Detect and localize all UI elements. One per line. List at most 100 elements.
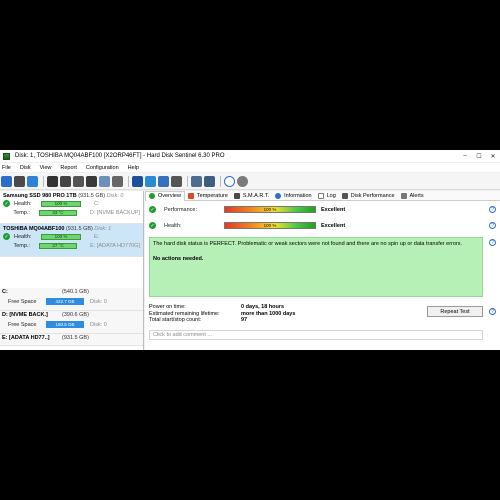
disk-item[interactable]: Samsung SSD 980 PRO 1TB (931.5 GB) Disk:… <box>0 191 143 224</box>
window-title: Disk: 1, TOSHIBA MQ04ABF100 [X2ORP46FT] … <box>15 153 225 159</box>
health-rating: Excellent <box>321 222 346 229</box>
print-icon[interactable] <box>112 175 123 187</box>
tab-overview[interactable]: Overview <box>145 190 185 201</box>
menu-help[interactable]: Help <box>128 165 139 171</box>
minimize-button[interactable]: – <box>458 150 472 162</box>
info-icon <box>275 192 282 199</box>
repeat-test-button[interactable]: Repeat Test <box>427 306 483 317</box>
drive-letter: C: <box>94 200 100 207</box>
performance-icon <box>341 192 348 199</box>
menu-view[interactable]: View <box>40 165 52 171</box>
toolbar-separator <box>128 175 129 187</box>
volume-item[interactable]: E: [ADATA HD77..] (931.5 GB) <box>0 334 143 346</box>
temp-label: Temp.: <box>13 209 30 216</box>
volume-disk: Disk: 0 <box>90 321 107 328</box>
tab-log[interactable]: Log <box>315 191 339 201</box>
app-window: Disk: 1, TOSHIBA MQ04ABF100 [X2ORP46FT] … <box>0 150 500 350</box>
performance-row: ✓ Performance: 100 % Excellent ? <box>149 206 496 213</box>
lifetime-value: more than 1000 days <box>241 310 296 317</box>
help-icon[interactable]: ? <box>489 308 496 315</box>
drive-test-icon[interactable] <box>60 175 71 187</box>
app-logo-icon <box>3 152 10 160</box>
free-space-bar: 422.7 GB <box>46 298 84 305</box>
volume-label: D: [NVME BACKUP] <box>89 209 140 216</box>
disk-item[interactable]: TOSHIBA MQ04ABF100 (931.5 GB) Disk: 1 ✓ … <box>0 224 143 257</box>
tab-temperature[interactable]: Temperature <box>185 191 231 201</box>
volume-label: E: [ADATA HD770G] <box>90 242 140 249</box>
menu-file[interactable]: File <box>2 165 11 171</box>
disk-icon[interactable] <box>14 175 25 187</box>
smart-icon <box>233 192 240 199</box>
disk-list-pane: Samsung SSD 980 PRO 1TB (931.5 GB) Disk:… <box>0 191 144 350</box>
volume-disk: Disk: 0 <box>90 298 107 305</box>
camera-icon[interactable] <box>171 175 182 187</box>
comment-field[interactable]: Click to add comment ... <box>149 330 483 340</box>
free-space-label: Free Space <box>8 321 37 328</box>
menu-disk[interactable]: Disk <box>20 165 31 171</box>
disk-name: Samsung SSD 980 PRO 1TB <box>3 193 77 199</box>
gear-icon[interactable] <box>191 175 202 187</box>
email-icon[interactable] <box>145 175 156 187</box>
close-button[interactable]: ✕ <box>486 150 500 162</box>
tab-alerts[interactable]: Alerts <box>398 191 427 201</box>
volume-size: (931.5 GB) <box>62 335 89 341</box>
performance-rating: Excellent <box>321 206 346 213</box>
title-bar: Disk: 1, TOSHIBA MQ04ABF100 [X2ORP46FT] … <box>0 150 500 162</box>
lifetime-label: Estimated remaining lifetime: <box>149 310 220 317</box>
details-pane: Overview Temperature S.M.A.R.T. Informat… <box>145 190 500 350</box>
settings-icon[interactable] <box>204 175 215 187</box>
disk-name: TOSHIBA MQ04ABF100 <box>3 226 65 232</box>
maximize-button[interactable]: ☐ <box>472 150 486 162</box>
toolbar <box>0 173 500 190</box>
volume-size: (540.1 GB) <box>62 289 89 295</box>
health-label: Health: <box>14 200 32 207</box>
drive-surface-icon[interactable] <box>73 175 84 187</box>
volume-size: (390.6 GB) <box>62 312 89 318</box>
tab-disk-performance[interactable]: Disk Performance <box>339 191 398 201</box>
menu-configuration[interactable]: Configuration <box>86 165 119 171</box>
web-icon[interactable] <box>158 175 169 187</box>
health-meter: 100 % <box>224 222 316 229</box>
status-box: The hard disk status is PERFECT. Problem… <box>149 237 483 297</box>
thermometer-icon <box>187 192 194 199</box>
checkmark-icon: ✓ <box>149 206 156 213</box>
temp-bar: 27 °C <box>39 242 78 249</box>
help-icon[interactable]: ? <box>489 206 496 213</box>
power-on-value: 0 days, 18 hours <box>241 304 285 311</box>
performance-meter: 100 % <box>224 206 316 213</box>
about-icon[interactable] <box>237 175 248 187</box>
actions-text: No actions needed. <box>153 256 204 262</box>
menu-report[interactable]: Report <box>60 165 77 171</box>
refresh-icon[interactable] <box>1 175 12 187</box>
volume-item[interactable]: C: (540.1 GB) Free Space 422.7 GB Disk: 0 <box>0 288 143 311</box>
drive-icon[interactable] <box>47 175 58 187</box>
tab-information[interactable]: Information <box>272 191 315 201</box>
log-icon <box>317 192 324 199</box>
temp-label: Temp.: <box>13 242 30 249</box>
drive-info-icon[interactable] <box>99 175 110 187</box>
volume-name: E: [ADATA HD77..] <box>2 335 50 341</box>
volume-name: D: [NVME BACK.] <box>2 312 48 318</box>
checkmark-icon <box>149 193 155 199</box>
health-label: Health: <box>14 233 32 240</box>
checkmark-icon: ✓ <box>149 222 156 229</box>
startstop-value: 97 <box>241 317 248 324</box>
disk-index: Disk: 0 <box>106 193 124 199</box>
volume-item[interactable]: D: [NVME BACK.] (390.6 GB) Free Space 150… <box>0 311 143 334</box>
toolbar-separator <box>220 175 221 187</box>
list-icon[interactable] <box>27 175 38 187</box>
help-icon[interactable]: ? <box>489 222 496 229</box>
power-on-label: Power on time: <box>149 304 186 311</box>
help-icon[interactable]: ? <box>489 239 496 246</box>
health-bar: 100 % <box>41 233 81 240</box>
help-icon[interactable] <box>224 175 235 187</box>
tab-smart[interactable]: S.M.A.R.T. <box>231 191 272 201</box>
health-bar: 100 % <box>41 200 81 207</box>
checkmark-icon: ✓ <box>3 233 10 240</box>
free-space-label: Free Space <box>8 298 37 305</box>
health-row: ✓ Health: 100 % Excellent ? <box>149 222 496 229</box>
toolbar-separator <box>187 175 188 187</box>
volume-name: C: <box>2 289 8 295</box>
report-icon[interactable] <box>132 175 143 187</box>
drive-report-icon[interactable] <box>86 175 97 187</box>
